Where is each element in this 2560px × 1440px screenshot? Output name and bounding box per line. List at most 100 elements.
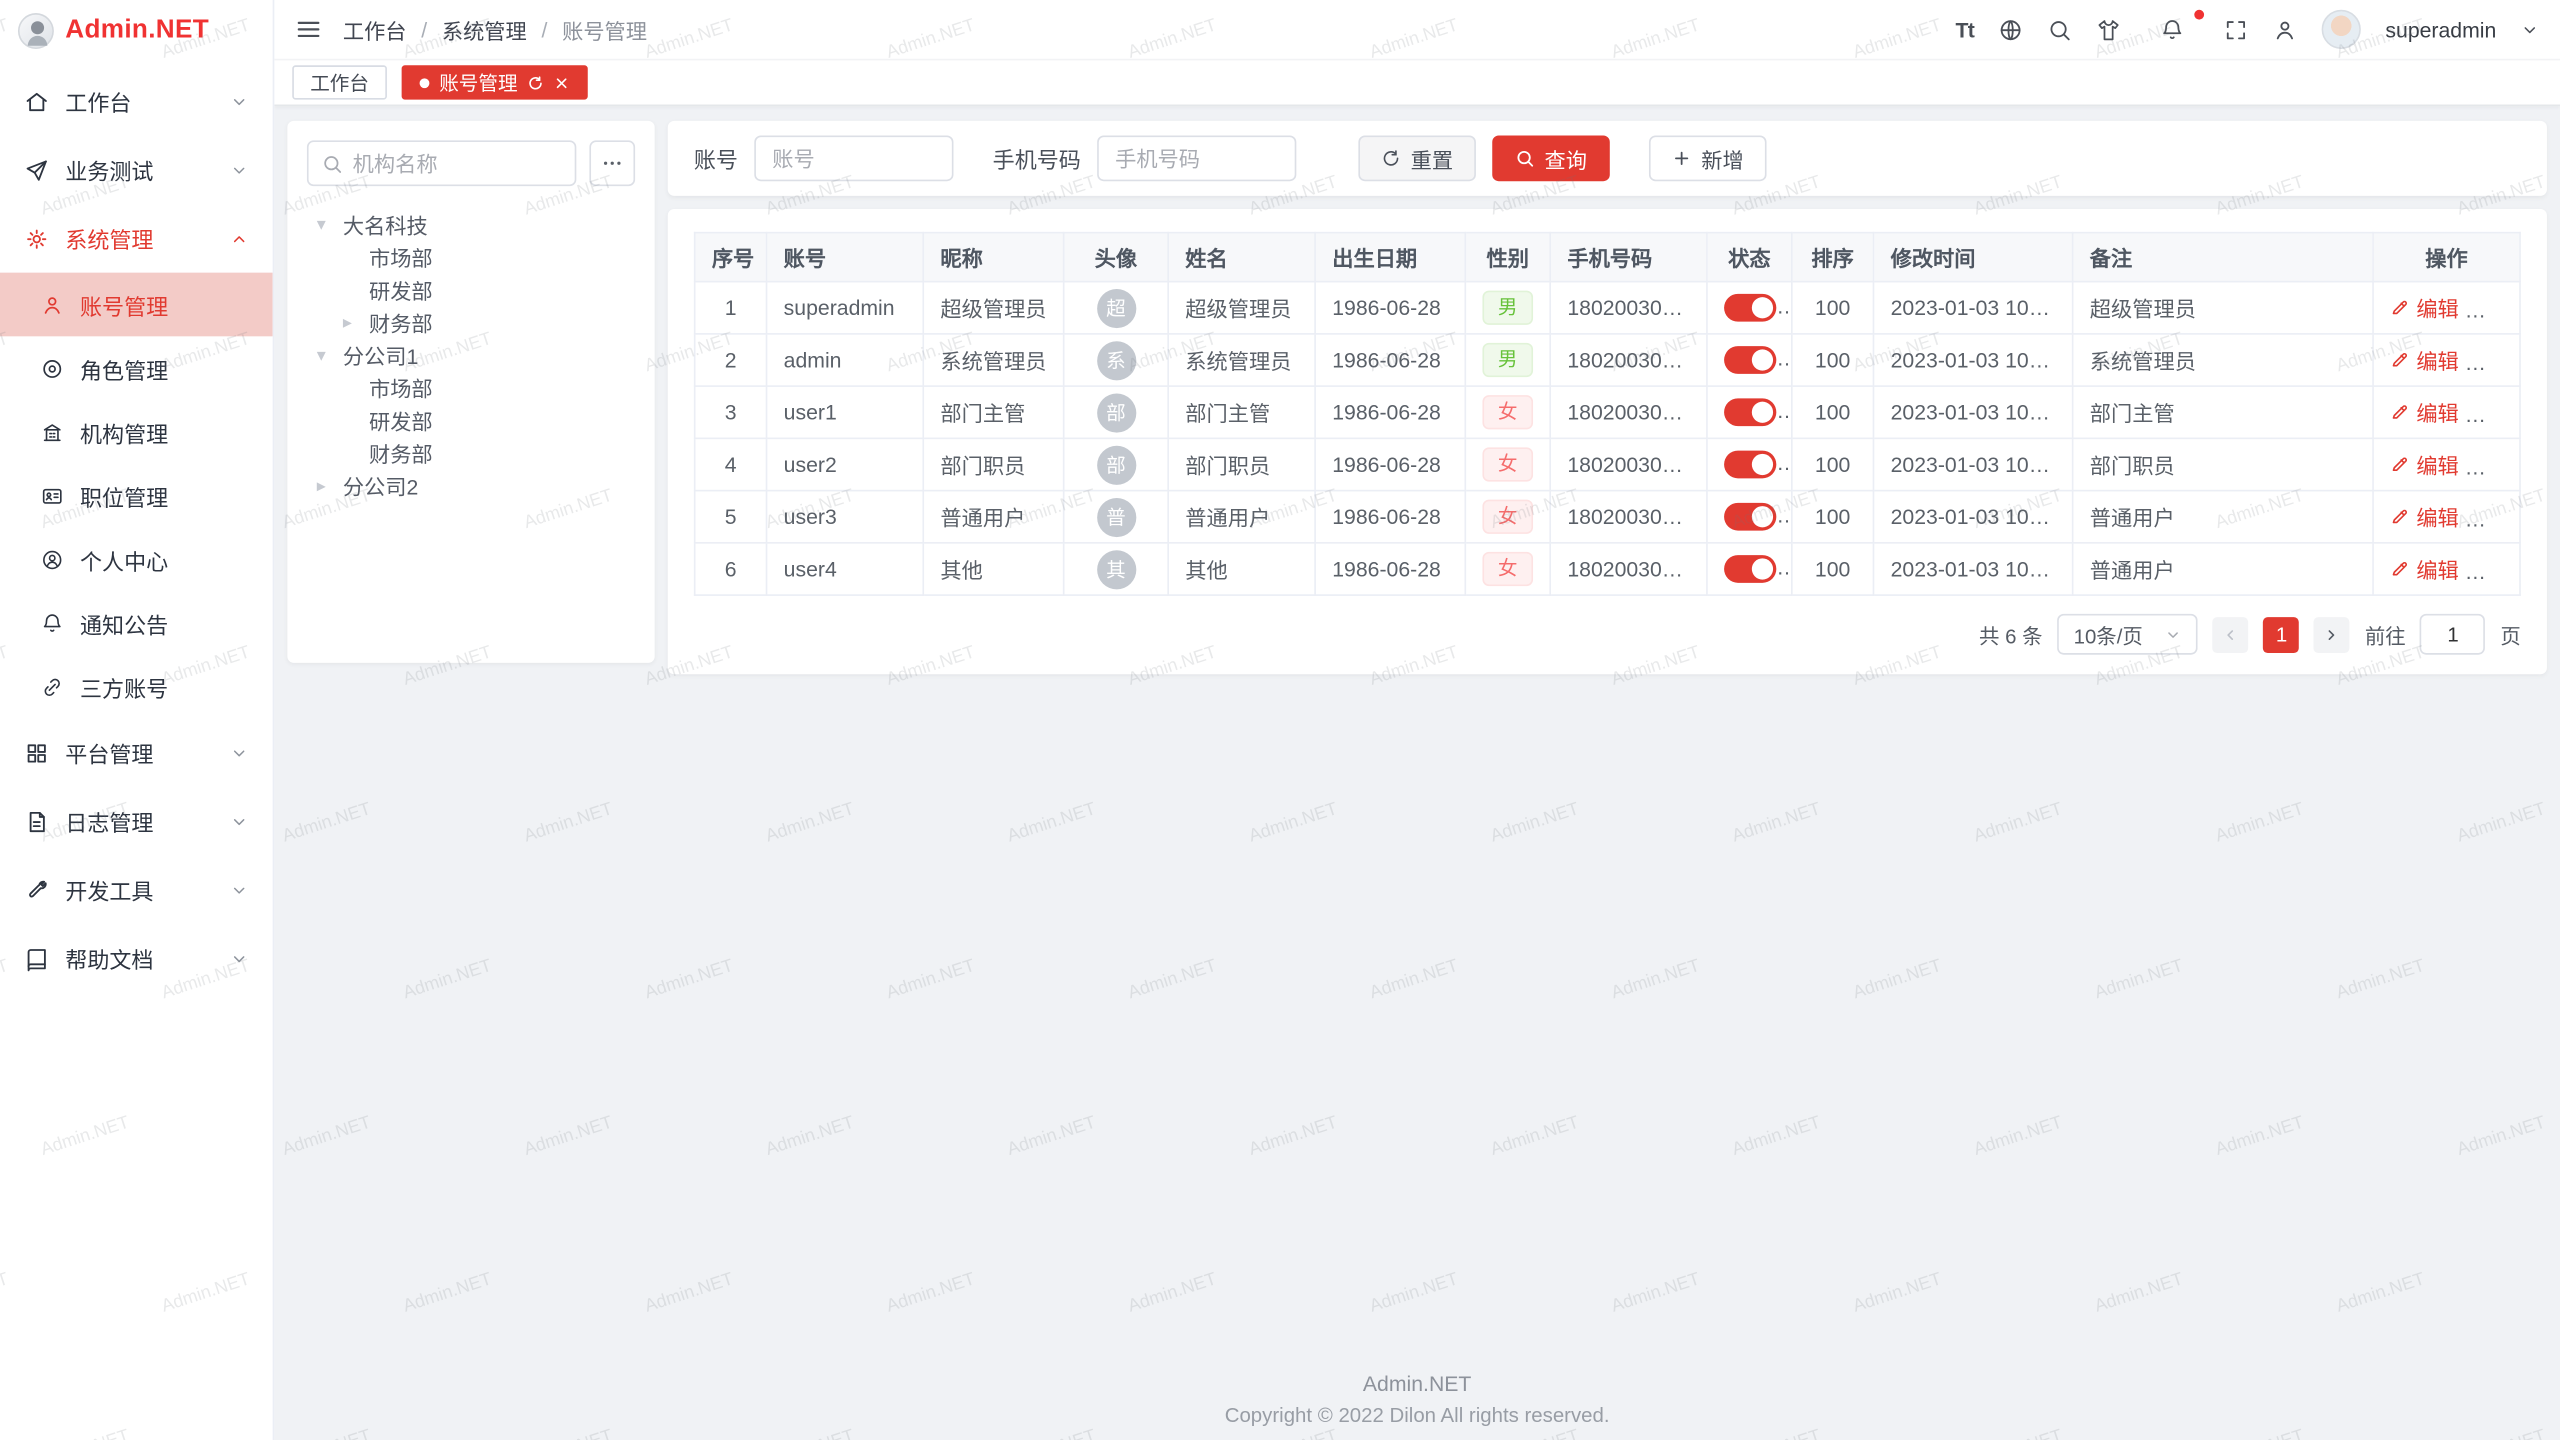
goto-page-input[interactable]: [2420, 614, 2485, 655]
reset-button[interactable]: 重置: [1358, 136, 1476, 182]
status-toggle[interactable]: [1724, 398, 1776, 426]
font-size-icon[interactable]: Tt: [1956, 17, 1974, 41]
notification-bell-icon[interactable]: [2145, 12, 2199, 46]
sidebar-item-workbench[interactable]: 工作台: [0, 67, 273, 136]
username[interactable]: superadmin: [2385, 17, 2496, 41]
sidebar-item-help-docs[interactable]: 帮助文档: [0, 924, 273, 993]
table-row[interactable]: 3 user1 部门主管 部 部门主管 1986-06-28 女 1802003…: [695, 386, 2520, 438]
page-number-button[interactable]: 1: [2264, 616, 2300, 652]
breadcrumb-separator: /: [421, 17, 427, 41]
query-button[interactable]: 查询: [1492, 136, 1610, 182]
sidebar-item-org-management[interactable]: 机构管理: [0, 400, 273, 464]
tab-account-management[interactable]: 账号管理: [402, 65, 588, 99]
grid-icon: [24, 740, 48, 764]
sidebar-item-platform-management[interactable]: 平台管理: [0, 718, 273, 787]
tree-node[interactable]: ▸ 分公司2: [307, 469, 635, 502]
sidebar-item-third-party-account[interactable]: 三方账号: [0, 655, 273, 719]
tree-node[interactable]: 研发部: [307, 403, 635, 436]
status-toggle[interactable]: [1724, 346, 1776, 374]
hamburger-menu-icon[interactable]: [296, 16, 322, 42]
tab-workbench[interactable]: 工作台: [292, 65, 387, 99]
tree-more-button[interactable]: [589, 140, 635, 186]
tree-node[interactable]: ▾ 分公司1: [307, 338, 635, 371]
sidebar-item-account-management[interactable]: 账号管理: [0, 273, 273, 337]
table-row[interactable]: 4 user2 部门职员 部 部门职员 1986-06-28 女 1802003…: [695, 438, 2520, 490]
edit-button[interactable]: 编辑: [2390, 501, 2459, 532]
sidebar-item-system-management[interactable]: 系统管理: [0, 204, 273, 273]
search-icon[interactable]: [2047, 17, 2071, 41]
edit-button[interactable]: 编辑: [2390, 553, 2459, 584]
row-more-actions-button[interactable]: [2484, 405, 2507, 428]
sidebar-item-notice[interactable]: 通知公告: [0, 591, 273, 655]
theme-icon[interactable]: [2096, 17, 2120, 41]
next-page-button[interactable]: [2314, 616, 2350, 652]
tree-node[interactable]: 市场部: [307, 240, 635, 273]
tree-node[interactable]: ▾ 大名科技: [307, 207, 635, 240]
caret-down-icon[interactable]: ▾: [317, 213, 343, 234]
breadcrumb-item-current: 账号管理: [562, 14, 647, 45]
column-header: 头像: [1064, 233, 1168, 282]
app-logo[interactable]: Admin.NET: [0, 0, 273, 60]
column-header: 出生日期: [1315, 233, 1465, 282]
phone-filter-input[interactable]: [1097, 136, 1296, 182]
cell-nickname: 其他: [923, 543, 1063, 595]
refresh-icon[interactable]: [527, 74, 543, 90]
edit-button[interactable]: 编辑: [2390, 292, 2459, 323]
breadcrumb-item[interactable]: 系统管理: [442, 14, 527, 45]
account-filter-input[interactable]: [754, 136, 953, 182]
user-icon[interactable]: [2273, 17, 2297, 41]
row-more-actions-button[interactable]: [2484, 509, 2507, 532]
toggle-knob: [1752, 506, 1773, 527]
cell-index: 1: [695, 282, 767, 334]
row-more-actions-button[interactable]: [2484, 353, 2507, 376]
chevron-down-icon[interactable]: [2521, 20, 2539, 38]
globe-icon[interactable]: [1998, 17, 2022, 41]
sidebar-item-dev-tools[interactable]: 开发工具: [0, 856, 273, 925]
caret-right-icon[interactable]: ▸: [343, 311, 369, 332]
user-avatar[interactable]: [2322, 10, 2361, 49]
main-area: 工作台 / 系统管理 / 账号管理 Tt: [274, 0, 2560, 1440]
gender-badge: 男: [1483, 343, 1532, 377]
cell-birthday: 1986-06-28: [1315, 334, 1465, 386]
edit-icon: [2390, 298, 2410, 318]
caret-down-icon[interactable]: ▾: [317, 344, 343, 365]
sidebar-item-business-test[interactable]: 业务测试: [0, 136, 273, 205]
breadcrumb-item[interactable]: 工作台: [343, 14, 407, 45]
table-row[interactable]: 5 user3 普通用户 普 普通用户 1986-06-28 女 1802003…: [695, 491, 2520, 543]
cell-order: 100: [1792, 543, 1874, 595]
sidebar-item-profile-center[interactable]: 个人中心: [0, 527, 273, 591]
tree-node[interactable]: ▸ 财务部: [307, 305, 635, 338]
org-search-input[interactable]: [353, 151, 562, 175]
status-toggle[interactable]: [1724, 294, 1776, 322]
sidebar-item-log-management[interactable]: 日志管理: [0, 787, 273, 856]
cell-birthday: 1986-06-28: [1315, 543, 1465, 595]
table-row[interactable]: 2 admin 系统管理员 系 系统管理员 1986-06-28 男 18020…: [695, 334, 2520, 386]
cell-modified-time: 2023-01-03 10:59:44: [1873, 334, 2072, 386]
sidebar-item-label: 系统管理: [65, 222, 214, 255]
cell-remark: 超级管理员: [2073, 282, 2373, 334]
table-row[interactable]: 6 user4 其他 其 其他 1986-06-28 女 18020030720: [695, 543, 2520, 595]
edit-button[interactable]: 编辑: [2390, 397, 2459, 428]
prev-page-button[interactable]: [2213, 616, 2249, 652]
tree-node[interactable]: 市场部: [307, 371, 635, 404]
table-row[interactable]: 1 superadmin 超级管理员 超 超级管理员 1986-06-28 男 …: [695, 282, 2520, 334]
tree-node[interactable]: 研发部: [307, 273, 635, 306]
tree-node[interactable]: 财务部: [307, 436, 635, 469]
edit-button-label: 编辑: [2416, 553, 2458, 584]
status-toggle[interactable]: [1724, 555, 1776, 583]
id-card-icon: [41, 484, 64, 507]
status-toggle[interactable]: [1724, 503, 1776, 531]
close-icon[interactable]: [554, 74, 570, 90]
sidebar-item-role-management[interactable]: 角色管理: [0, 336, 273, 400]
status-toggle[interactable]: [1724, 451, 1776, 479]
caret-right-icon[interactable]: ▸: [317, 474, 343, 495]
row-more-actions-button[interactable]: [2484, 300, 2507, 323]
sidebar-item-position-management[interactable]: 职位管理: [0, 464, 273, 528]
page-size-select[interactable]: 10条/页: [2057, 614, 2198, 655]
edit-button[interactable]: 编辑: [2390, 344, 2459, 375]
fullscreen-icon[interactable]: [2224, 17, 2248, 41]
edit-button[interactable]: 编辑: [2390, 449, 2459, 480]
add-button[interactable]: 新增: [1649, 136, 1767, 182]
row-more-actions-button[interactable]: [2484, 457, 2507, 480]
row-more-actions-button[interactable]: [2484, 562, 2507, 585]
